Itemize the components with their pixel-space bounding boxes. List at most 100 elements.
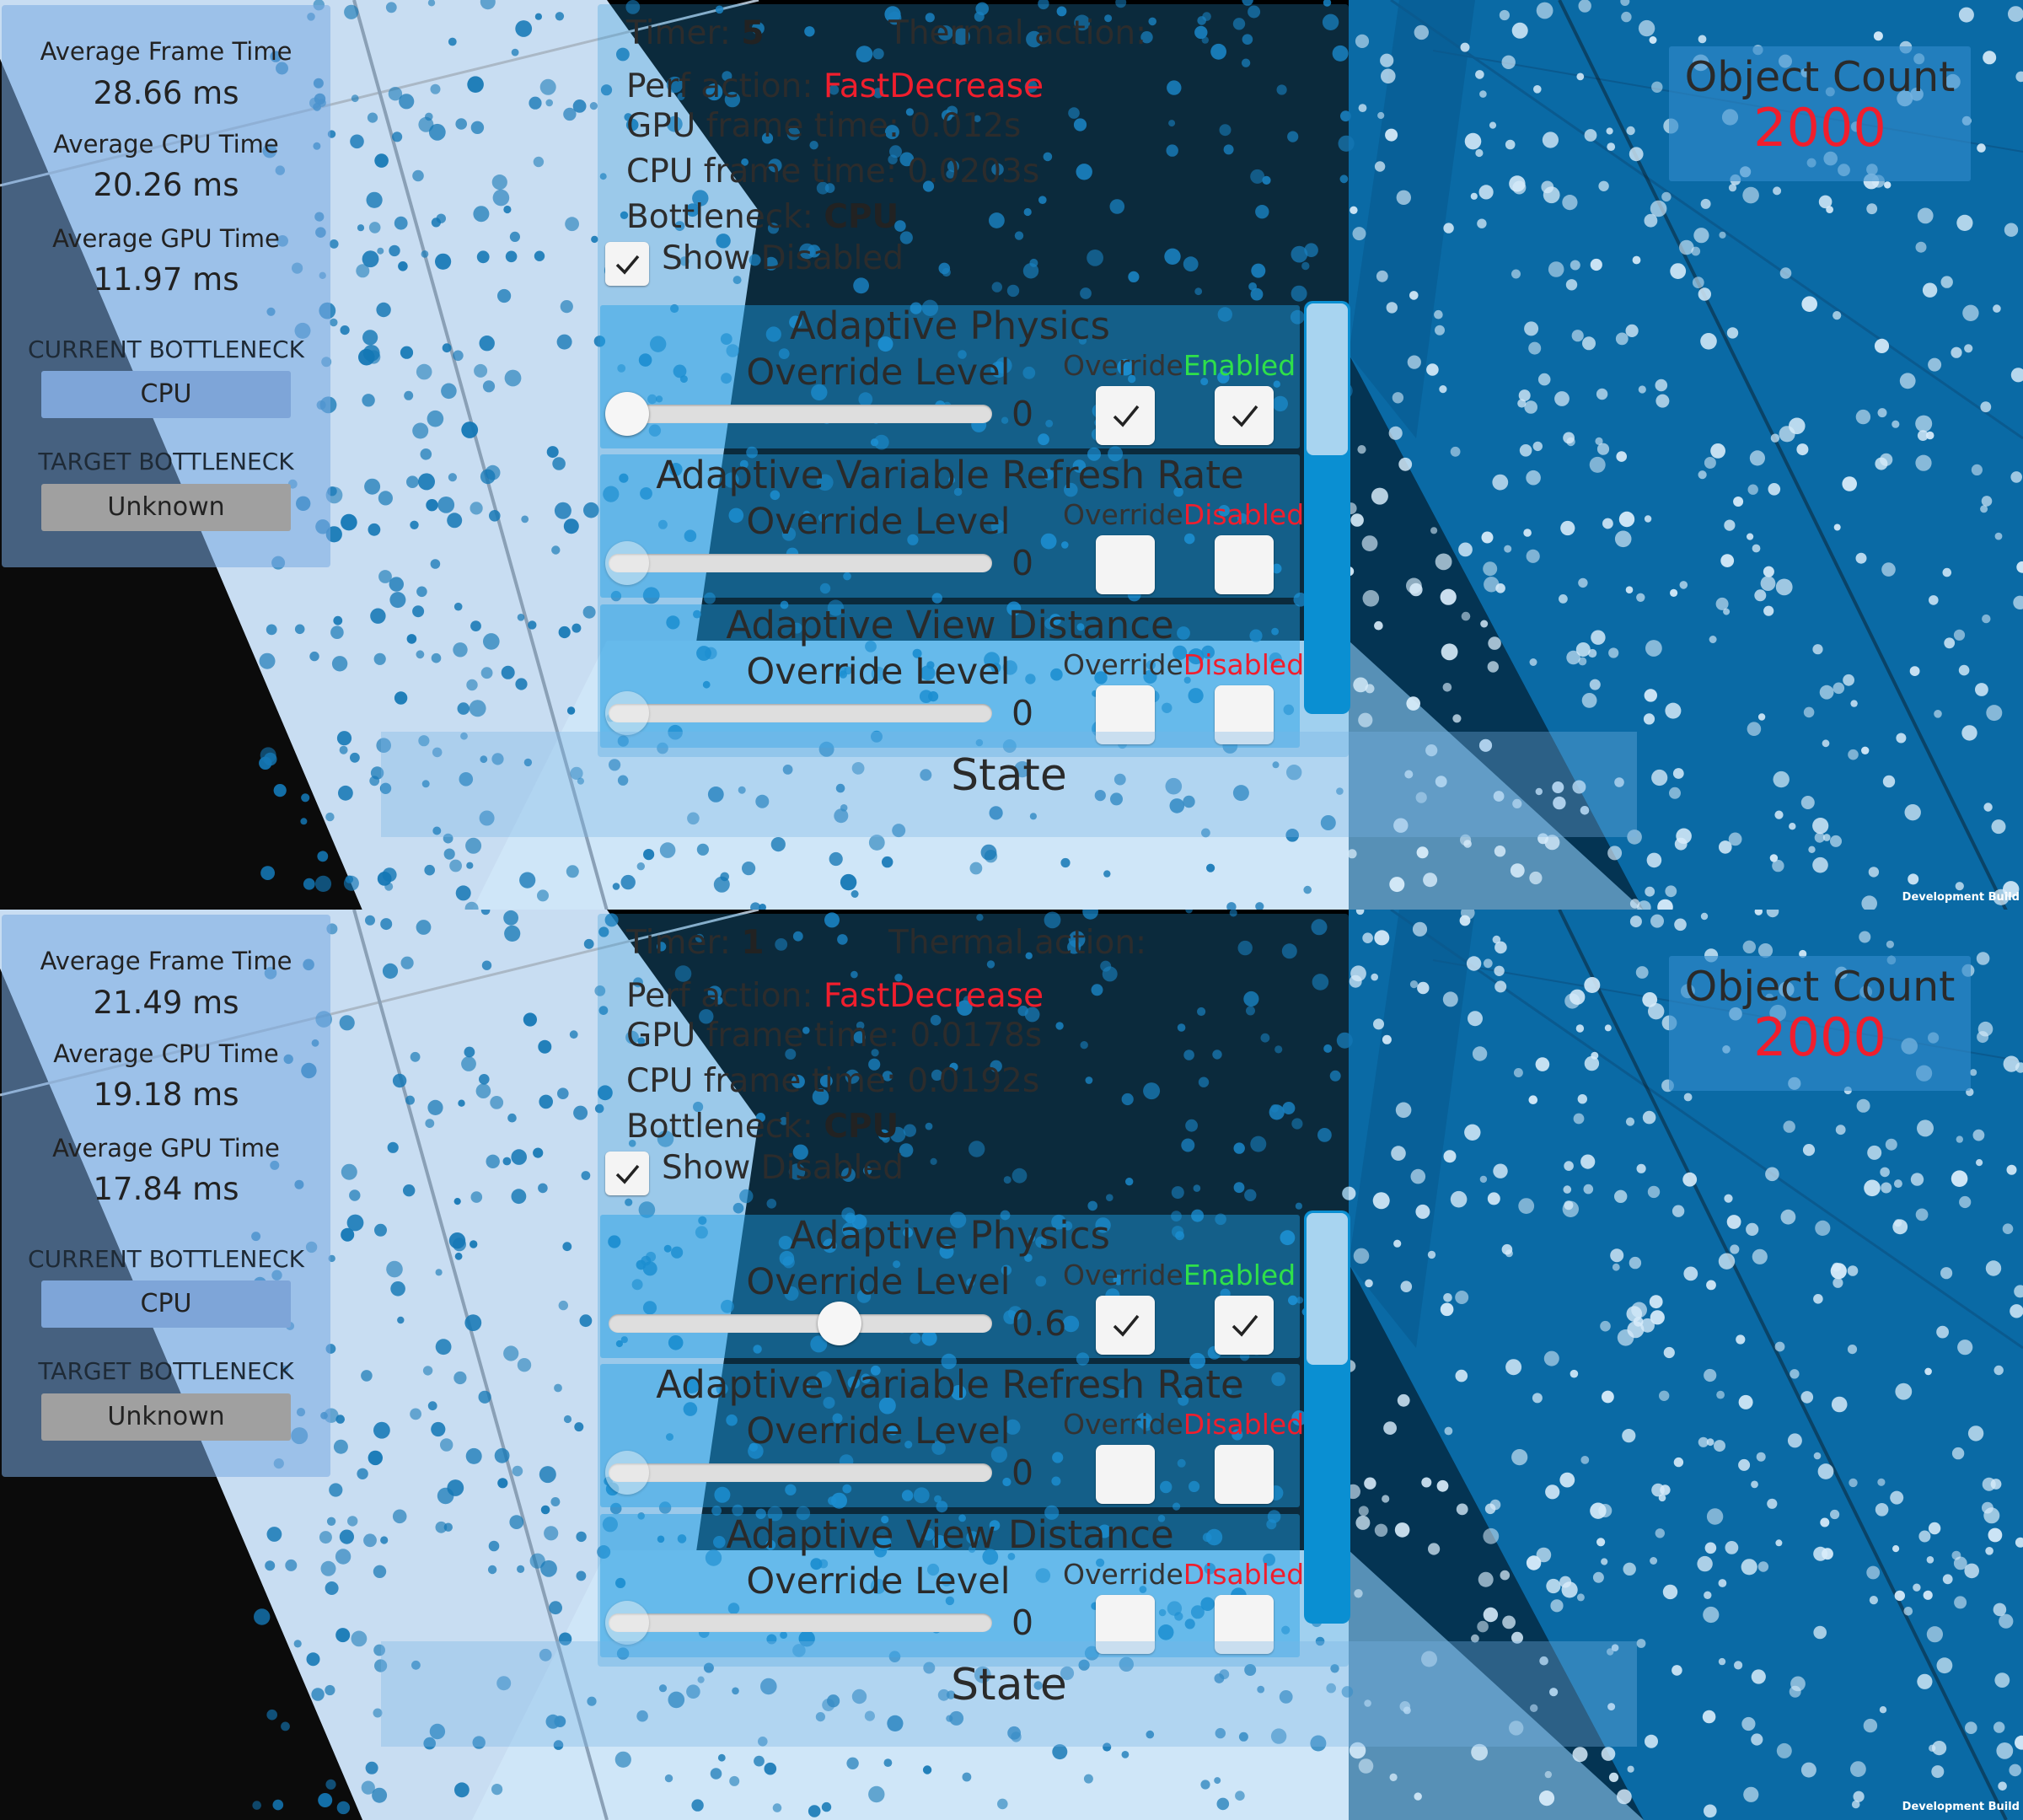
enabled-checkbox[interactable] <box>1215 1296 1274 1355</box>
current-bottleneck-value: CPU <box>41 371 291 418</box>
feature-title: Adaptive View Distance <box>726 1512 1174 1557</box>
override-level-label: Override Level <box>746 501 1011 543</box>
state-label: State <box>951 1660 1067 1710</box>
development-build-label: Development Build <box>1902 891 2020 904</box>
timer-row: Timer: 1 <box>626 924 764 962</box>
slider-handle[interactable] <box>605 691 649 735</box>
feature-section-adaptive-view-distance: Adaptive View Distance Override Level Ov… <box>600 1512 1304 1657</box>
checkmark-icon <box>1232 1314 1258 1337</box>
scrollbar-thumb[interactable] <box>1307 303 1348 455</box>
override-level-label: Override Level <box>746 352 1011 394</box>
avg-frame-time-value: 21.49 ms <box>93 985 239 1021</box>
override-checkbox[interactable] <box>1096 1445 1155 1504</box>
stats-panel: Average Frame Time 28.66 ms Average CPU … <box>2 5 330 567</box>
show-disabled-checkbox[interactable] <box>605 242 649 286</box>
target-bottleneck-value: Unknown <box>41 1393 291 1441</box>
override-level-slider[interactable] <box>605 1601 992 1645</box>
avg-cpu-time-label: Average CPU Time <box>53 1039 279 1068</box>
override-label: Override <box>1063 349 1183 382</box>
avg-frame-time-label: Average Frame Time <box>40 37 292 66</box>
target-bottleneck-label: TARGET BOTTLENECK <box>38 448 294 475</box>
thermal-action-label: Thermal action: <box>888 924 1147 962</box>
state-label: State <box>951 750 1067 801</box>
override-level-value: 0 <box>1012 1452 1034 1493</box>
override-level-slider[interactable] <box>605 691 992 735</box>
avg-frame-time-label: Average Frame Time <box>40 947 292 975</box>
game-screen: Average Frame Time 21.49 ms Average CPU … <box>0 910 2023 1820</box>
feature-section-adaptive-view-distance: Adaptive View Distance Override Level Ov… <box>600 603 1304 748</box>
thermal-action-label: Thermal action: <box>888 14 1147 52</box>
panel-scrollbar[interactable] <box>1304 301 1350 714</box>
override-level-label: Override Level <box>746 651 1011 693</box>
bottleneck-label: Bottleneck: <box>626 1108 813 1146</box>
override-label: Override <box>1063 648 1183 681</box>
timer-row: Timer: 5 <box>626 14 764 52</box>
override-level-slider[interactable] <box>609 1302 992 1345</box>
avg-cpu-time-value: 19.18 ms <box>93 1076 239 1113</box>
avg-gpu-time-value: 17.84 ms <box>93 1171 239 1207</box>
slider-handle[interactable] <box>605 1451 649 1495</box>
panel-scrollbar[interactable] <box>1304 1211 1350 1624</box>
slider-handle[interactable] <box>605 1601 649 1645</box>
checkmark-icon <box>615 255 640 275</box>
avg-gpu-time-label: Average GPU Time <box>52 1134 280 1162</box>
override-level-slider[interactable] <box>605 392 992 436</box>
cpu-frame-time: CPU frame time: 0.0192s <box>626 1062 1040 1100</box>
enabled-checkbox[interactable] <box>1215 1445 1274 1504</box>
bottleneck-value: CPU <box>824 1108 899 1146</box>
override-label: Override <box>1063 1408 1183 1441</box>
development-build-label: Development Build <box>1902 1801 2020 1813</box>
object-count-title: Object Count <box>1684 963 1956 1011</box>
scrollbar-thumb[interactable] <box>1307 1213 1348 1365</box>
override-level-label: Override Level <box>746 1261 1011 1303</box>
feature-status: Enabled <box>1183 1259 1296 1291</box>
feature-section-adaptive-physics: Adaptive Physics Override Level Override… <box>600 1213 1300 1358</box>
feature-title: Adaptive View Distance <box>726 603 1174 647</box>
game-screen: Average Frame Time 28.66 ms Average CPU … <box>0 0 2023 910</box>
override-level-value: 0 <box>1012 693 1034 733</box>
bottleneck-label: Bottleneck: <box>626 198 813 236</box>
override-level-slider[interactable] <box>605 1451 992 1495</box>
state-bar: State <box>381 732 1637 837</box>
enabled-checkbox[interactable] <box>1215 535 1274 594</box>
perf-action-label: Perf action: <box>626 977 813 1015</box>
override-level-value: 0 <box>1012 394 1034 434</box>
gpu-frame-time: GPU frame time: 0.012s <box>626 107 1022 145</box>
timer-value: 1 <box>741 924 765 962</box>
bottleneck-row: Bottleneck: CPU <box>626 198 899 236</box>
feature-title: Adaptive Variable Refresh Rate <box>656 453 1244 497</box>
slider-handle[interactable] <box>605 392 649 436</box>
override-status-row: OverrideDisabled <box>1063 1408 1304 1441</box>
object-count-title: Object Count <box>1684 53 1956 101</box>
checkmark-icon <box>615 1164 640 1184</box>
feature-status: Disabled <box>1183 1408 1305 1441</box>
slider-handle[interactable] <box>818 1302 861 1345</box>
override-checkbox[interactable] <box>1096 535 1155 594</box>
override-level-slider[interactable] <box>605 541 992 585</box>
feature-title: Adaptive Physics <box>790 1213 1110 1258</box>
timer-label: Timer: <box>626 924 731 962</box>
override-status-row: OverrideDisabled <box>1063 1558 1304 1591</box>
perf-action-value: FastDecrease <box>823 977 1044 1015</box>
perf-action-label: Perf action: <box>626 67 813 105</box>
feature-status: Disabled <box>1183 648 1305 681</box>
override-checkbox[interactable] <box>1096 1296 1155 1355</box>
bottleneck-value: CPU <box>824 198 899 236</box>
checkmark-icon <box>1113 405 1140 427</box>
stats-panel: Average Frame Time 21.49 ms Average CPU … <box>2 915 330 1477</box>
feature-section-adaptive-physics: Adaptive Physics Override Level Override… <box>600 303 1300 448</box>
feature-section-adaptive-variable-refresh-rate: Adaptive Variable Refresh Rate Override … <box>600 1362 1304 1507</box>
slider-handle[interactable] <box>605 541 649 585</box>
show-disabled-checkbox[interactable] <box>605 1152 649 1195</box>
perf-action-value: FastDecrease <box>823 67 1044 105</box>
override-checkbox[interactable] <box>1096 386 1155 445</box>
checkmark-icon <box>1232 405 1258 427</box>
object-count-value: 2000 <box>1753 1007 1886 1068</box>
feature-status: Disabled <box>1183 1558 1305 1591</box>
enabled-checkbox[interactable] <box>1215 386 1274 445</box>
feature-section-adaptive-variable-refresh-rate: Adaptive Variable Refresh Rate Override … <box>600 453 1304 598</box>
feature-status: Enabled <box>1183 349 1296 382</box>
override-label: Override <box>1063 1259 1183 1291</box>
perf-action-row: Perf action: FastDecrease <box>626 67 1044 105</box>
avg-gpu-time-value: 11.97 ms <box>93 261 239 298</box>
